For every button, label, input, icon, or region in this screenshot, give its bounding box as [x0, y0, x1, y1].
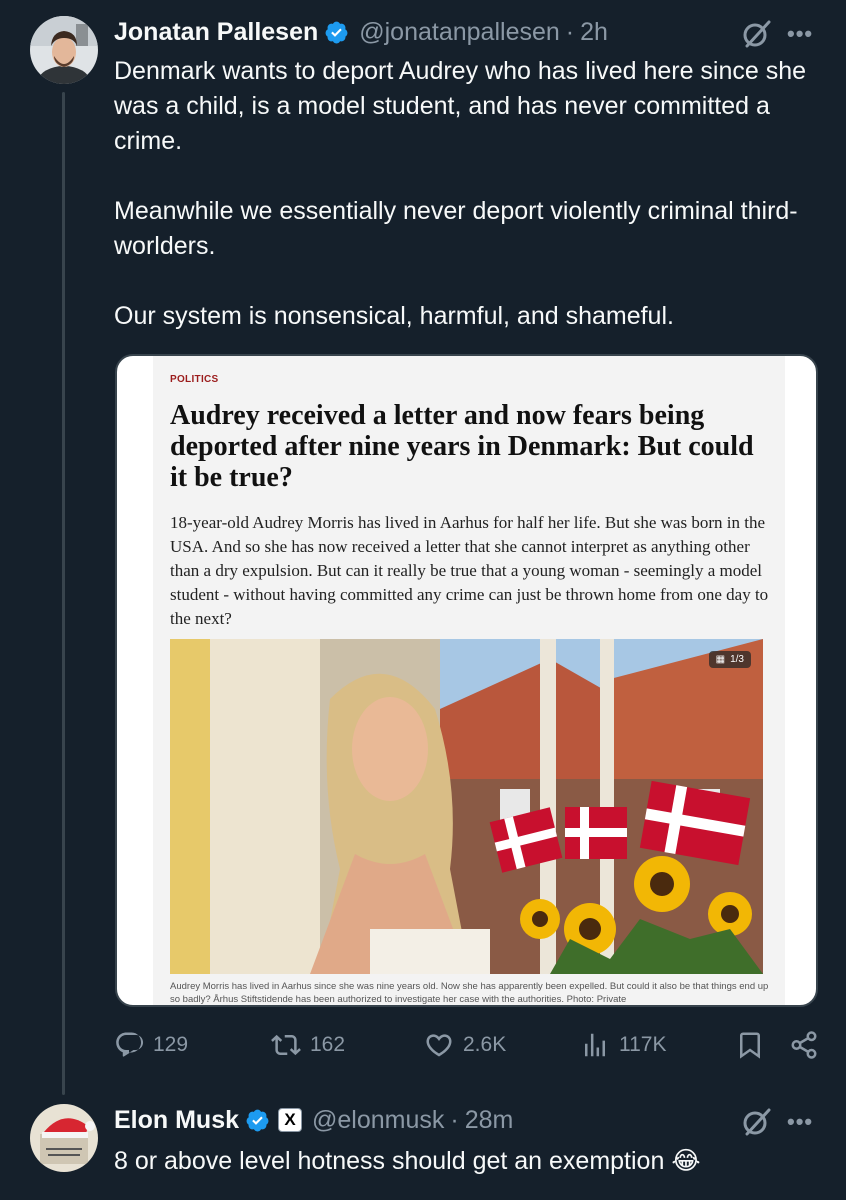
share-button[interactable]	[789, 1030, 819, 1060]
reply-count: 129	[153, 1033, 189, 1056]
views-button[interactable]: 117K	[580, 1030, 667, 1060]
article-dek: 18-year-old Audrey Morris has lived in A…	[170, 513, 769, 628]
repost-count: 162	[310, 1033, 346, 1056]
like-button[interactable]: 2.6K	[424, 1030, 506, 1060]
article-photo-caption: Audrey Morris has lived in Aarhus since …	[170, 981, 769, 1005]
tweet2-text-content: 8 or above level hotness should get an e…	[114, 1147, 665, 1175]
bookmark-button[interactable]	[735, 1030, 765, 1060]
separator-dot: ·	[450, 1106, 459, 1134]
more-options-icon[interactable]: •••	[787, 1111, 813, 1133]
reply-button[interactable]: 129	[114, 1030, 188, 1060]
separator-dot: ·	[565, 18, 575, 46]
article-section-label: POLITICS	[170, 374, 219, 385]
grok-icon[interactable]	[741, 1106, 773, 1138]
tweet2-body: 8 or above level hotness should get an e…	[114, 1144, 814, 1179]
verified-badge-icon	[324, 20, 349, 45]
avatar-jonatan[interactable]	[30, 16, 98, 84]
verified-badge-icon	[245, 1108, 270, 1133]
laughing-emoji-icon: 😂	[671, 1147, 701, 1175]
tweet2-header: Elon Musk X @elonmusk · 28m	[114, 1105, 513, 1135]
like-count: 2.6K	[463, 1033, 507, 1056]
gallery-icon: ▦	[715, 654, 726, 665]
timestamp[interactable]: 2h	[580, 17, 608, 47]
author-name[interactable]: Elon Musk	[114, 1105, 239, 1135]
article-headline: Audrey received a letter and now fears b…	[170, 400, 754, 493]
article-photo: ▦ 1/3	[170, 639, 763, 974]
affiliate-x-badge-icon[interactable]: X	[278, 1108, 303, 1132]
bookmark-icon	[740, 1032, 760, 1059]
photo-counter-label: 1/3	[730, 654, 744, 665]
photo-counter: ▦ 1/3	[708, 651, 751, 668]
heart-icon	[426, 1034, 452, 1057]
repost-button[interactable]: 162	[271, 1030, 345, 1060]
views-icon	[585, 1033, 605, 1057]
author-name[interactable]: Jonatan Pallesen	[114, 17, 318, 47]
avatar-elon[interactable]	[30, 1104, 98, 1172]
tweet1-paragraph: Our system is nonsensical, harmful, and …	[114, 302, 674, 330]
author-handle[interactable]: @elonmusk	[312, 1105, 444, 1135]
tweet2-text: 8 or above level hotness should get an e…	[114, 1144, 814, 1179]
reply-icon	[116, 1032, 144, 1057]
timestamp[interactable]: 28m	[465, 1105, 514, 1135]
tweet1-body: Denmark wants to deport Audrey who has l…	[114, 54, 814, 334]
article-screenshot: POLITICS Audrey received a letter and no…	[153, 356, 785, 1005]
tweet1-header: Jonatan Pallesen @jonatanpallesen · 2h	[114, 17, 608, 47]
author-handle[interactable]: @jonatanpallesen	[359, 17, 560, 47]
tweet1-paragraph: Denmark wants to deport Audrey who has l…	[114, 57, 807, 155]
grok-icon[interactable]	[741, 18, 773, 50]
views-count: 117K	[619, 1033, 667, 1056]
media-card[interactable]: POLITICS Audrey received a letter and no…	[115, 354, 818, 1007]
tweet1-action-bar: 129 162 2.6K 117K	[114, 1030, 824, 1064]
tweet1-paragraph: Meanwhile we essentially never deport vi…	[114, 197, 798, 260]
more-options-icon[interactable]: •••	[787, 23, 813, 45]
thread-connector-line	[62, 92, 65, 1095]
share-icon	[791, 1031, 817, 1059]
repost-icon	[271, 1034, 301, 1056]
